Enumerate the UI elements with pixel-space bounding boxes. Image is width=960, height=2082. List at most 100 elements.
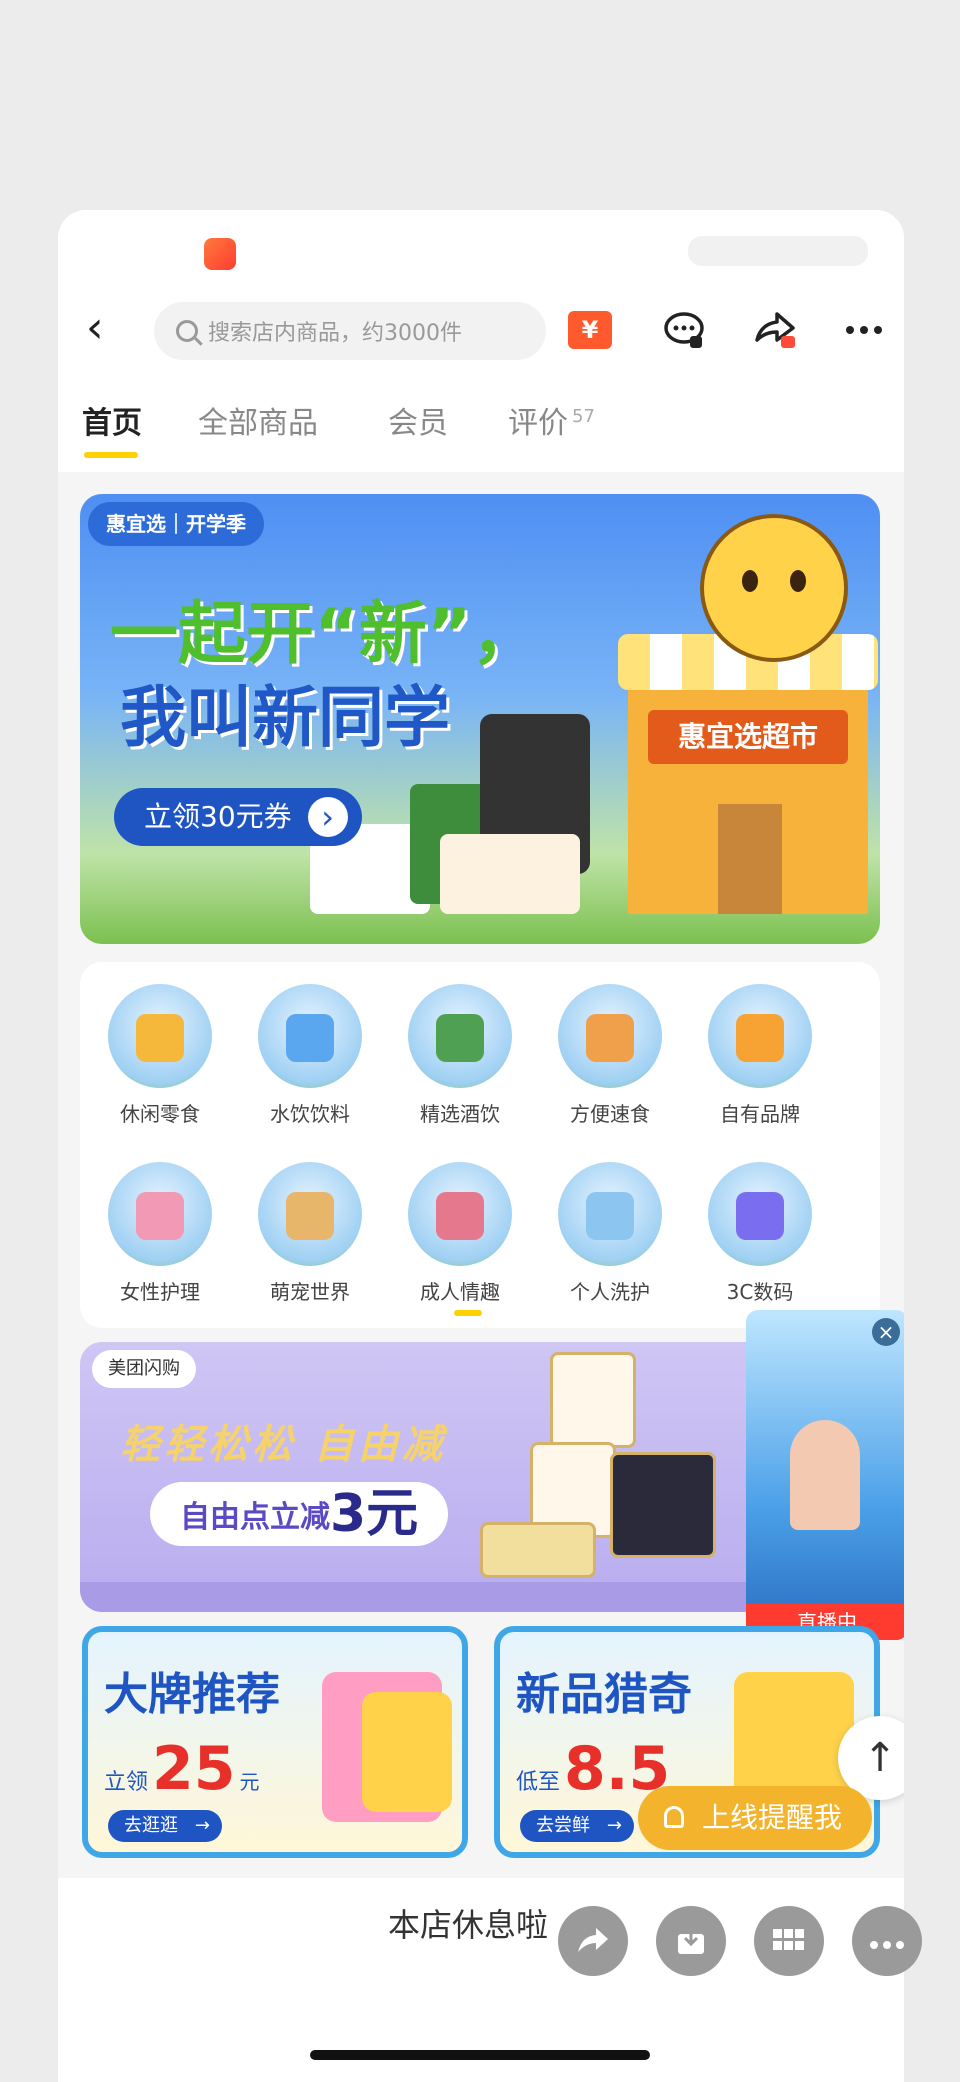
card-price: 立领25 元 [104, 1734, 260, 1804]
brand-card[interactable]: 大牌推荐 立领25 元 去逛逛 [82, 1626, 468, 1858]
tab-all-products[interactable]: 全部商品 [198, 398, 318, 442]
close-icon[interactable]: × [872, 1318, 900, 1346]
tab-all-products-label: 全部商品 [198, 406, 318, 441]
card-title: 大牌推荐 [104, 1669, 280, 1720]
heart-icon [408, 1162, 512, 1266]
banner-product [440, 834, 580, 914]
category-item[interactable]: 成人情趣 [400, 1162, 520, 1305]
card-button[interactable]: 去尝鲜 [520, 1810, 634, 1842]
tab-home-label: 首页 [82, 406, 142, 441]
category-label: 成人情趣 [420, 1280, 500, 1304]
more-icon [846, 326, 882, 334]
status-bar [58, 210, 904, 280]
category-item[interactable]: 方便速食 [550, 984, 670, 1127]
price-value: 25 [152, 1734, 236, 1804]
live-stream-window[interactable]: × 直播中 [746, 1310, 904, 1640]
message-icon [664, 312, 704, 348]
home-indicator [310, 2050, 650, 2060]
category-label: 精选酒饮 [420, 1102, 500, 1126]
feminine-care-icon [108, 1162, 212, 1266]
tab-reviews-label: 评价 [508, 406, 568, 441]
category-label: 女性护理 [120, 1280, 200, 1304]
category-label: 水饮饮料 [270, 1102, 350, 1126]
category-item[interactable]: 个人洗护 [550, 1162, 670, 1305]
phone-screen: ‹ 搜索店内商品，约3000件 ¥ 首页 全部商品 会员 评价 57 惠宜选｜开… [58, 210, 904, 2082]
price-prefix: 立领 [104, 1770, 149, 1795]
top-bar: ‹ 搜索店内商品，约3000件 ¥ [58, 280, 904, 376]
discount-amount: 3元 [330, 1484, 419, 1544]
category-item[interactable]: 女性护理 [100, 1162, 220, 1305]
phone-icon [708, 1162, 812, 1266]
discount-prefix: 自由点立减 [180, 1500, 330, 1535]
pet-icon [258, 1162, 362, 1266]
category-item[interactable]: 水饮饮料 [250, 984, 370, 1127]
tab-home[interactable]: 首页 [82, 398, 142, 442]
banner-tag: 惠宜选｜开学季 [88, 502, 264, 546]
category-label: 萌宠世界 [270, 1280, 350, 1304]
banner-headline-1: 一起开“新”， [110, 595, 540, 674]
price-unit: 元 [239, 1770, 260, 1794]
share-button[interactable] [748, 302, 804, 358]
notify-label: 上线提醒我 [702, 1801, 843, 1834]
hero-banner[interactable]: 惠宜选｜开学季 一起开“新”， 我叫新同学 惠宜选超市 立领30元券 [80, 494, 880, 944]
instant-food-icon [558, 984, 662, 1088]
category-item[interactable]: 3C数码 [700, 1162, 820, 1305]
notify-button[interactable]: 上线提醒我 [638, 1786, 873, 1850]
store-sign: 惠宜选超市 [648, 710, 848, 764]
promo-product [610, 1452, 716, 1558]
tab-member-label: 会员 [388, 406, 448, 441]
category-item[interactable]: 自有品牌 [700, 984, 820, 1127]
store-closed-text: 本店休息啦 [388, 1906, 549, 1944]
tab-member[interactable]: 会员 [388, 398, 448, 442]
search-icon [176, 320, 198, 342]
price-prefix: 低至 [516, 1770, 561, 1795]
promo-product [550, 1352, 636, 1448]
category-page-indicator [454, 1310, 482, 1316]
discount-chip[interactable]: 自由点立减3元 [150, 1482, 449, 1546]
category-item[interactable]: 萌宠世界 [250, 1162, 370, 1305]
tiger-mascot [700, 514, 848, 662]
status-indicators [688, 236, 868, 266]
category-label: 休闲零食 [120, 1102, 200, 1126]
grid-icon [773, 1929, 804, 1950]
category-label: 自有品牌 [720, 1102, 800, 1126]
bag-icon [708, 984, 812, 1088]
download-icon [678, 1928, 704, 1954]
promo-product [480, 1522, 596, 1578]
category-item[interactable]: 精选酒饮 [400, 984, 520, 1127]
share-icon [755, 312, 795, 348]
category-label: 方便速食 [570, 1102, 650, 1126]
store-illustration: 惠宜选超市 [618, 634, 878, 914]
category-grid: 休闲零食 水饮饮料 精选酒饮 方便速食 自有品牌 女性护理 萌宠世界 成人情趣 … [80, 962, 880, 1328]
category-label: 3C数码 [726, 1280, 794, 1304]
promo-tag: 美团闪购 [92, 1350, 196, 1388]
grid-fab[interactable] [754, 1906, 824, 1976]
coupon-button[interactable]: ¥ [562, 302, 618, 358]
save-fab[interactable] [656, 1906, 726, 1976]
forward-icon [578, 1928, 608, 1952]
more-icon [870, 1941, 904, 1949]
drink-icon [258, 984, 362, 1088]
arrow-up-icon: ↑ [863, 1735, 897, 1781]
review-count: 57 [572, 406, 595, 427]
message-button[interactable] [656, 302, 712, 358]
streamer-avatar [790, 1420, 860, 1530]
search-input[interactable]: 搜索店内商品，约3000件 [154, 302, 546, 360]
bell-icon [664, 1806, 684, 1828]
back-icon[interactable]: ‹ [86, 304, 126, 352]
shampoo-icon [558, 1162, 662, 1266]
more-button[interactable] [836, 302, 892, 358]
more-fab[interactable] [852, 1906, 922, 1976]
search-placeholder: 搜索店内商品，约3000件 [208, 321, 462, 346]
claim-coupon-button[interactable]: 立领30元券 [114, 788, 362, 846]
category-item[interactable]: 休闲零食 [100, 984, 220, 1127]
tab-bar: 首页 全部商品 会员 评价 57 [58, 376, 904, 472]
snack-icon [108, 984, 212, 1088]
wine-icon [408, 984, 512, 1088]
app-icon [204, 238, 236, 270]
share-fab[interactable] [558, 1906, 628, 1976]
card-button[interactable]: 去逛逛 [108, 1810, 222, 1842]
category-label: 个人洗护 [570, 1280, 650, 1304]
tab-reviews[interactable]: 评价 57 [508, 398, 595, 442]
store-door [718, 804, 782, 914]
